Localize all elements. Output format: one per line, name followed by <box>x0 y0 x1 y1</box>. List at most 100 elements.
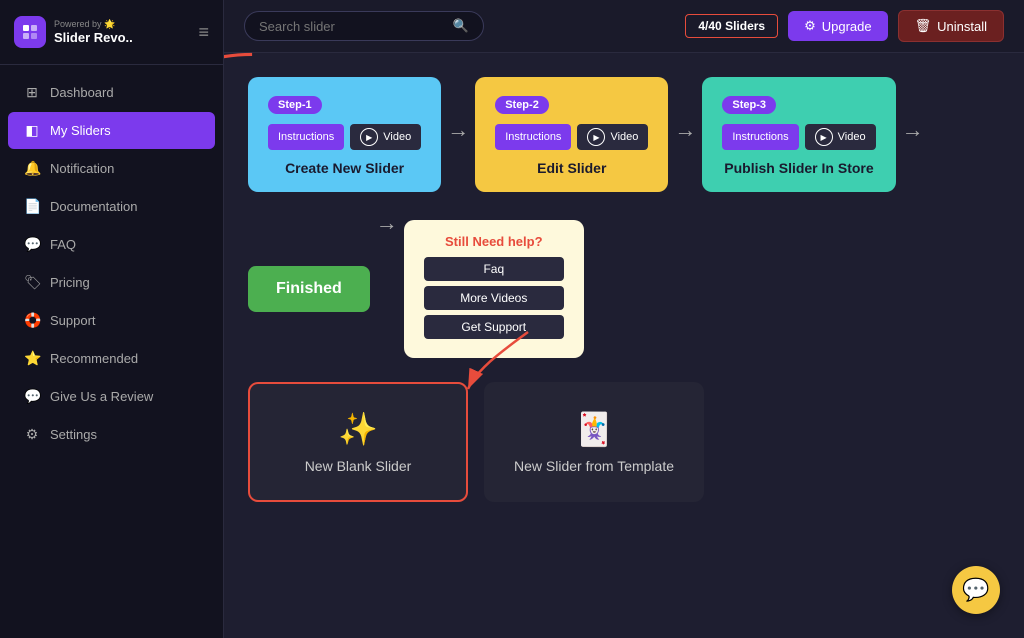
logo-text: Powered by 🌟 Slider Revo.. <box>54 19 133 45</box>
logo-area: Powered by 🌟 Slider Revo.. <box>14 16 133 48</box>
steps-row: Step-1 Instructions ▶ Video Create New S… <box>248 77 1000 192</box>
step-3-badge: Step-3 <box>722 96 776 114</box>
step-1-instructions-button[interactable]: Instructions <box>268 124 344 150</box>
new-blank-slider-option[interactable]: ✨ New Blank Slider <box>248 382 468 502</box>
help-title: Still Need help? <box>424 234 564 249</box>
finished-arrow: → <box>370 210 404 236</box>
step-1-badge: Step-1 <box>268 96 322 114</box>
notification-icon: 🔔 <box>24 160 40 177</box>
sidebar-item-notification[interactable]: 🔔 Notification <box>8 150 215 187</box>
dashboard-icon: ⊞ <box>24 84 40 101</box>
get-support-button[interactable]: Get Support <box>424 315 564 339</box>
step-2-video-label: Video <box>610 131 638 143</box>
step-arrow-3: → <box>896 117 930 143</box>
step-3-buttons: Instructions ▶ Video <box>722 124 875 150</box>
upgrade-label: Upgrade <box>822 19 872 34</box>
step-2-instructions-button[interactable]: Instructions <box>495 124 571 150</box>
step-1-video-button[interactable]: ▶ Video <box>350 124 421 150</box>
step-1-title: Create New Slider <box>268 160 421 176</box>
sidebar-item-label: Dashboard <box>50 85 114 100</box>
step-2-card: Step-2 Instructions ▶ Video Edit Slider <box>475 77 668 192</box>
support-icon: 🛟 <box>24 312 40 329</box>
hamburger-menu-icon[interactable]: ≡ <box>198 22 209 43</box>
step-2-buttons: Instructions ▶ Video <box>495 124 648 150</box>
sliders-icon: ◧ <box>24 122 40 139</box>
step-2-badge: Step-2 <box>495 96 549 114</box>
chat-icon: 💬 <box>962 577 989 603</box>
upgrade-gear-icon: ⚙ <box>804 18 816 34</box>
step-3-video-button[interactable]: ▶ Video <box>805 124 876 150</box>
sidebar-item-label: Settings <box>50 427 97 442</box>
template-slider-label: New Slider from Template <box>514 458 674 474</box>
sidebar-nav: ⊞ Dashboard ◧ My Sliders 🔔 Notification … <box>0 65 223 638</box>
step-arrow-2: → <box>668 117 702 143</box>
step-2-video-button[interactable]: ▶ Video <box>577 124 648 150</box>
powered-by-text: Powered by 🌟 <box>54 19 133 30</box>
step-1-video-label: Video <box>383 131 411 143</box>
uninstall-label: Uninstall <box>937 19 987 34</box>
review-icon: 💬 <box>24 388 40 405</box>
step-3-video-label: Video <box>838 131 866 143</box>
sidebar-header: Powered by 🌟 Slider Revo.. ≡ <box>0 0 223 65</box>
recommended-icon: ⭐ <box>24 350 40 367</box>
uninstall-button[interactable]: 🗑 Uninstall <box>898 10 1004 42</box>
new-template-slider-option[interactable]: 🃏 New Slider from Template <box>484 382 704 502</box>
app-name-text: Slider Revo.. <box>54 30 133 45</box>
step-arrow-1: → <box>441 117 475 143</box>
play-icon: ▶ <box>587 128 605 146</box>
sidebar-item-documentation[interactable]: 📄 Documentation <box>8 188 215 225</box>
content-area: Step-1 Instructions ▶ Video Create New S… <box>224 53 1024 638</box>
more-videos-button[interactable]: More Videos <box>424 286 564 310</box>
help-box: Still Need help? Faq More Videos Get Sup… <box>404 220 584 358</box>
sidebar-item-label: Recommended <box>50 351 138 366</box>
documentation-icon: 📄 <box>24 198 40 215</box>
header-right: 4/40 Sliders ⚙ Upgrade 🗑 Uninstall <box>685 10 1004 42</box>
settings-icon: ⚙ <box>24 426 40 443</box>
slider-count-badge: 4/40 Sliders <box>685 14 778 38</box>
sidebar-item-pricing[interactable]: 🏷 Pricing <box>8 264 215 301</box>
content-wrapper: Step-1 Instructions ▶ Video Create New S… <box>248 77 1000 502</box>
play-icon: ▶ <box>815 128 833 146</box>
finished-row: Finished → Still Need help? Faq More Vid… <box>248 220 1000 358</box>
sidebar-item-label: Pricing <box>50 275 90 290</box>
slider-options: ✨ New Blank Slider 🃏 New Slider from Tem… <box>248 382 1000 502</box>
step-1-card: Step-1 Instructions ▶ Video Create New S… <box>248 77 441 192</box>
sidebar-item-label: My Sliders <box>50 123 111 138</box>
step-3-title: Publish Slider In Store <box>722 160 875 176</box>
chat-button[interactable]: 💬 <box>952 566 1000 614</box>
main-content: 🔍 4/40 Sliders ⚙ Upgrade 🗑 Uninstall <box>224 0 1024 638</box>
faq-help-button[interactable]: Faq <box>424 257 564 281</box>
search-box[interactable]: 🔍 <box>244 11 484 41</box>
step-3-instructions-button[interactable]: Instructions <box>722 124 798 150</box>
template-slider-icon: 🃏 <box>574 410 614 448</box>
blank-slider-icon: ✨ <box>338 410 378 448</box>
faq-icon: 💬 <box>24 236 40 253</box>
pricing-icon: 🏷 <box>24 274 40 291</box>
sidebar-item-settings[interactable]: ⚙ Settings <box>8 416 215 453</box>
blank-slider-label: New Blank Slider <box>305 458 412 474</box>
slider-options-wrapper: ✨ New Blank Slider 🃏 New Slider from Tem… <box>248 382 1000 502</box>
app-logo-icon <box>14 16 46 48</box>
sidebar-item-dashboard[interactable]: ⊞ Dashboard <box>8 74 215 111</box>
sidebar-item-support[interactable]: 🛟 Support <box>8 302 215 339</box>
sidebar-item-label: Documentation <box>50 199 137 214</box>
step-2-title: Edit Slider <box>495 160 648 176</box>
sidebar-item-label: FAQ <box>50 237 76 252</box>
play-icon: ▶ <box>360 128 378 146</box>
sidebar-item-recommended[interactable]: ⭐ Recommended <box>8 340 215 377</box>
step-1-buttons: Instructions ▶ Video <box>268 124 421 150</box>
sidebar-item-label: Support <box>50 313 96 328</box>
sidebar-item-give-review[interactable]: 💬 Give Us a Review <box>8 378 215 415</box>
finished-box: Finished <box>248 266 370 312</box>
sidebar-item-my-sliders[interactable]: ◧ My Sliders <box>8 112 215 149</box>
uninstall-trash-icon: 🗑 <box>915 18 932 34</box>
step-3-card: Step-3 Instructions ▶ Video Publish Slid… <box>702 77 895 192</box>
search-icon: 🔍 <box>453 18 469 34</box>
sidebar: Powered by 🌟 Slider Revo.. ≡ ⊞ Dashboard… <box>0 0 224 638</box>
search-input[interactable] <box>259 19 445 34</box>
upgrade-button[interactable]: ⚙ Upgrade <box>788 11 888 41</box>
sidebar-item-faq[interactable]: 💬 FAQ <box>8 226 215 263</box>
sidebar-item-label: Give Us a Review <box>50 389 153 404</box>
main-header: 🔍 4/40 Sliders ⚙ Upgrade 🗑 Uninstall <box>224 0 1024 53</box>
sidebar-item-label: Notification <box>50 161 114 176</box>
